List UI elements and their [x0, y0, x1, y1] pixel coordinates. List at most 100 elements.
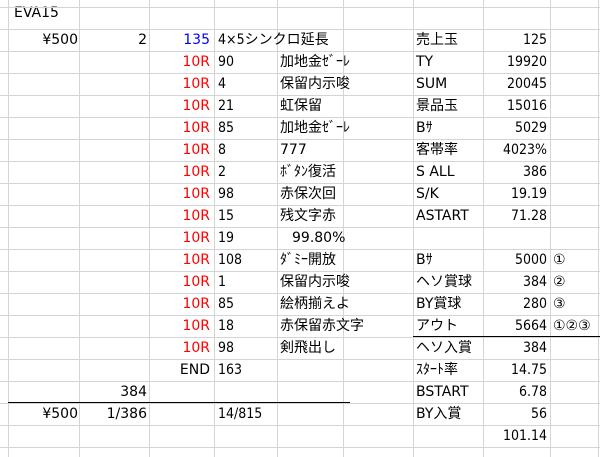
row-gridline [0, 7, 600, 8]
row-gridline [0, 447, 600, 448]
cell-e-r6[interactable]: 加地金ｾﾞｰﾚ [280, 117, 350, 139]
cell-g-r20[interactable]: 101.14 [483, 425, 547, 447]
column-gridline [413, 0, 414, 457]
cell-f-r6[interactable]: Bｻ [416, 117, 486, 139]
cell-g-r17[interactable]: 14.75 [483, 359, 547, 381]
cell-f-r10[interactable]: ASTART [416, 205, 486, 227]
cell-a-r2[interactable]: ¥500 [8, 29, 78, 51]
cell-c-r17[interactable]: END [149, 359, 210, 381]
cell-g-r8[interactable]: 386 [483, 161, 547, 183]
cell-d-r7[interactable]: 8 [218, 139, 278, 161]
cell-c-r6[interactable]: 10R [149, 117, 210, 139]
cell-f-r19[interactable]: BY入賞 [416, 403, 486, 425]
column-gridline [214, 0, 215, 457]
cell-g-r12[interactable]: 5000 [483, 249, 547, 271]
cell-g-r10[interactable]: 71.28 [483, 205, 547, 227]
cell-e-r5[interactable]: 虹保留 [280, 95, 346, 117]
cell-d-r14[interactable]: 85 [218, 293, 278, 315]
cell-e-r4[interactable]: 保留内示唆 [280, 73, 350, 95]
cell-f-r13[interactable]: ヘソ賞球 [416, 271, 486, 293]
cell-f-r17[interactable]: ｽﾀｰﾄ率 [416, 359, 486, 381]
cell-h-r15[interactable]: ①②③ [553, 315, 599, 337]
cell-g-r14[interactable]: 280 [483, 293, 547, 315]
cell-b-r18[interactable]: 384 [79, 381, 147, 403]
cell-d-r6[interactable]: 85 [218, 117, 278, 139]
cell-c-r5[interactable]: 10R [149, 95, 210, 117]
cell-d-r5[interactable]: 21 [218, 95, 278, 117]
cell-c-r13[interactable]: 10R [149, 271, 210, 293]
cell-g-r16[interactable]: 384 [483, 337, 547, 359]
cell-e-r9[interactable]: 赤保次回 [280, 183, 346, 205]
cell-g-r13[interactable]: 384 [483, 271, 547, 293]
cell-e-r12[interactable]: ﾀﾞﾐｰ開放 [280, 249, 346, 271]
cell-c-r10[interactable]: 10R [149, 205, 210, 227]
cell-d-r9[interactable]: 98 [218, 183, 278, 205]
cell-d-r8[interactable]: 2 [218, 161, 278, 183]
cell-g-r4[interactable]: 20045 [483, 73, 547, 95]
cell-h-r14[interactable]: ③ [553, 293, 599, 315]
cell-e-r3[interactable]: 加地金ｾﾞｰﾚ [280, 51, 350, 73]
cell-e-r8[interactable]: ﾎﾞﾀﾝ復活 [280, 161, 346, 183]
cell-f-r16[interactable]: ヘソ入賞 [416, 337, 486, 359]
cell-c-r15[interactable]: 10R [149, 315, 210, 337]
cell-d-r19[interactable]: 14/815 [218, 403, 278, 425]
cell-f-r2[interactable]: 売上玉 [416, 29, 486, 51]
column-gridline [8, 0, 9, 457]
cell-f-r8[interactable]: S ALL [416, 161, 486, 183]
cell-e-r11[interactable]: 99.80% [292, 227, 358, 249]
cell-h-r12[interactable]: ① [553, 249, 599, 271]
cell-f-r14[interactable]: BY賞球 [416, 293, 486, 315]
cell-c-r2[interactable]: 135 [149, 29, 210, 51]
cell-d-r15[interactable]: 18 [218, 315, 278, 337]
cell-g-r6[interactable]: 5029 [483, 117, 547, 139]
cell-f-r12[interactable]: Bｻ [416, 249, 486, 271]
spreadsheet[interactable]: EVA15 ¥500 2 135 4×5シンクロ延長 売上玉 125 10R 90 加地金ｾﾞｰ… [0, 0, 600, 457]
cell-c-r3[interactable]: 10R [149, 51, 210, 73]
cell-d-r16[interactable]: 98 [218, 337, 278, 359]
cell-d-r4[interactable]: 4 [218, 73, 278, 95]
cell-e-r16[interactable]: 剣飛出し [280, 337, 346, 359]
cell-d-r10[interactable]: 15 [218, 205, 278, 227]
cell-g-r3[interactable]: 19920 [483, 51, 547, 73]
cell-g-r15[interactable]: 5664 [483, 315, 547, 337]
cell-h-r13[interactable]: ② [553, 271, 599, 293]
cell-c-r9[interactable]: 10R [149, 183, 210, 205]
cell-d-r12[interactable]: 108 [218, 249, 278, 271]
cell-d-r13[interactable]: 1 [218, 271, 278, 293]
cell-f-r7[interactable]: 客帯率 [416, 139, 486, 161]
cell-f-r18[interactable]: BSTART [416, 381, 486, 403]
cell-f-r5[interactable]: 景品玉 [416, 95, 486, 117]
cell-g-r2[interactable]: 125 [483, 29, 547, 51]
cell-g-r18[interactable]: 6.78 [483, 381, 547, 403]
cell-d-r11[interactable]: 19 [218, 227, 278, 249]
cell-b-r2[interactable]: 2 [79, 29, 147, 51]
cell-f-r4[interactable]: SUM [416, 73, 486, 95]
cell-e-r13[interactable]: 保留内示唆 [280, 271, 350, 293]
cell-d-r17[interactable]: 163 [218, 359, 278, 381]
sheet-title[interactable]: EVA15 [14, 2, 59, 24]
cell-f-r15[interactable]: アウト [416, 315, 486, 337]
cell-g-r5[interactable]: 15016 [483, 95, 547, 117]
column-gridline [598, 0, 599, 457]
out-underline [413, 336, 600, 337]
cell-e-r15[interactable]: 赤保留赤文字 [280, 315, 364, 337]
cell-a-r19[interactable]: ¥500 [8, 403, 78, 425]
cell-g-r7[interactable]: 4023% [483, 139, 547, 161]
cell-c-r14[interactable]: 10R [149, 293, 210, 315]
cell-c-r16[interactable]: 10R [149, 337, 210, 359]
cell-e-r7[interactable]: 777 [280, 139, 346, 161]
cell-c-r4[interactable]: 10R [149, 73, 210, 95]
cell-e-r14[interactable]: 絵柄揃えよ [280, 293, 350, 315]
cell-g-r19[interactable]: 56 [483, 403, 547, 425]
cell-f-r9[interactable]: S/K [416, 183, 486, 205]
cell-c-r8[interactable]: 10R [149, 161, 210, 183]
cell-g-r9[interactable]: 19.19 [483, 183, 547, 205]
cell-c-r12[interactable]: 10R [149, 249, 210, 271]
cell-d-r2[interactable]: 4×5シンクロ延長 [218, 29, 408, 51]
cell-f-r3[interactable]: TY [416, 51, 486, 73]
cell-e-r10[interactable]: 残文字赤 [280, 205, 346, 227]
cell-c-r7[interactable]: 10R [149, 139, 210, 161]
cell-c-r11[interactable]: 10R [149, 227, 210, 249]
cell-b-r19[interactable]: 1/386 [79, 403, 147, 425]
cell-d-r3[interactable]: 90 [218, 51, 278, 73]
